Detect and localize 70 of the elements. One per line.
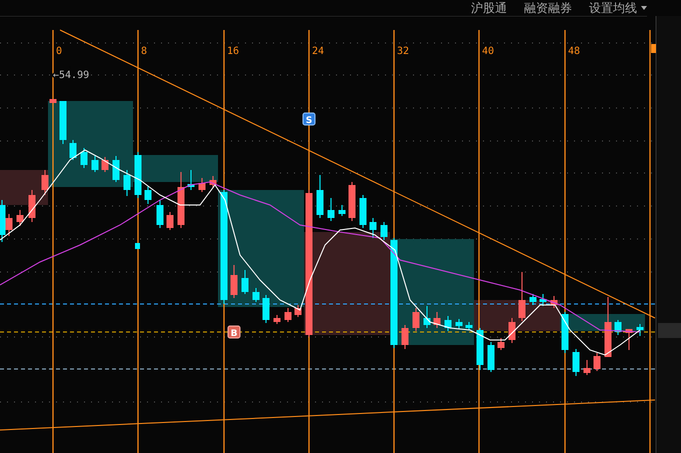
candlestick [370,218,376,238]
candlestick [294,304,302,318]
candlestick [540,294,546,306]
candlestick [166,212,174,230]
candlestick [156,200,164,228]
candlestick [488,342,494,372]
menu-item[interactable]: 融资融券 [524,1,572,15]
candlestick [466,322,472,330]
candlestick [60,100,66,144]
candlestick [444,316,452,332]
menu-item[interactable]: 设置均线 [589,1,647,15]
candlestick [626,328,632,350]
candlestick [434,312,440,328]
cycle-label: 48 [568,46,580,57]
candlestick [112,156,120,182]
cycle-end-icon [651,44,656,53]
candlestick [252,288,260,302]
candlestick [102,156,108,172]
candlestick [550,296,558,308]
candlestick [572,348,580,376]
candlestick [412,308,420,332]
candlestick [188,170,194,190]
candlestick [562,312,568,354]
cycle-label: 24 [312,46,324,57]
high-point-marker [50,99,56,103]
candlestick [144,186,152,204]
cycle-label: 40 [482,46,494,57]
candlestick [476,328,484,370]
candlestick [498,338,504,350]
candlestick [518,272,526,322]
candlestick [316,174,324,218]
cycle-label: 0 [56,46,62,57]
candlestick [274,314,280,324]
candlestick [604,296,612,358]
candlestick [348,182,356,222]
candlestick [80,148,88,168]
candlestick [530,294,536,306]
candlestick [594,352,600,372]
point-marker [135,243,140,249]
cycle-label: 16 [227,46,240,57]
candlestick [508,318,516,344]
candlestick [42,170,48,196]
candlestick [424,306,430,328]
candlestick [456,318,462,330]
candlestick [16,210,24,226]
candlestick [124,170,130,196]
candlestick [636,324,644,336]
candlestick [242,270,248,294]
candlestick [262,294,270,324]
candlestick [360,194,366,228]
candlestick [328,198,334,222]
candlestick [230,264,238,298]
candlestick [210,176,216,188]
candlestick [70,140,76,160]
candlestick [28,190,36,222]
candlestick [614,320,622,336]
candlestick [402,324,408,350]
candlestick [92,156,98,172]
sell-signal-badge: S [302,112,316,126]
candlestick [198,178,206,192]
cycle-label: 32 [397,46,410,57]
candlestick [134,152,142,198]
candlestick [380,222,388,240]
candlestick [338,204,346,216]
candlestick [584,360,590,376]
buy-signal-badge: B [228,326,240,339]
candlestick [284,308,292,322]
cycle-label: 8 [141,46,148,57]
menu-item[interactable]: 沪股通 [471,1,507,15]
candlestick [178,172,184,228]
